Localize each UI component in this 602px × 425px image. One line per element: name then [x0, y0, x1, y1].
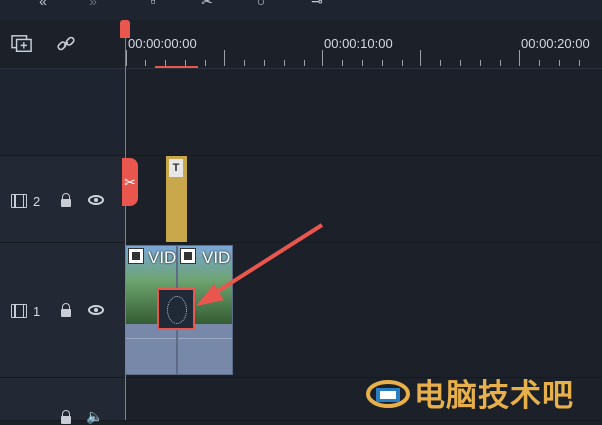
ruler-tick [402, 60, 403, 66]
ruler-tick [460, 60, 461, 66]
ruler-tick [145, 60, 146, 66]
video-clip-label: VID [148, 248, 176, 267]
redo-icon[interactable]: » [84, 0, 102, 8]
title-clip-icon: T [169, 159, 183, 177]
video-track-icon [11, 304, 27, 318]
ruler-time-1: 00:00:10:00 [324, 36, 393, 51]
ruler-tick [244, 60, 245, 66]
track-2-header: 2 [0, 156, 125, 242]
ruler-tick [362, 60, 363, 66]
link-icon[interactable] [55, 34, 77, 54]
scissors-icon[interactable]: ✂ [198, 0, 216, 8]
speaker-icon[interactable]: 🔈 [86, 408, 103, 425]
top-toolbar: « » ▫ ✂ ○ ⊸ [0, 0, 602, 20]
split-scissors-icon[interactable]: ✂ [122, 158, 138, 206]
ruler-tick [264, 60, 265, 66]
lock-icon[interactable] [61, 410, 71, 424]
ruler-tick [126, 50, 127, 66]
undo-icon[interactable]: « [34, 0, 52, 8]
watermark-text: 电脑技术吧 [414, 378, 574, 414]
ruler-tick [579, 60, 580, 66]
ruler-tick [304, 60, 305, 66]
ruler-tick [342, 60, 343, 66]
playhead-line[interactable] [125, 20, 126, 420]
watermark: 电脑技术吧 [360, 368, 602, 416]
ruler-tick [539, 60, 540, 66]
video-clip-audio-strip [126, 324, 176, 374]
ruler-tick [440, 60, 441, 66]
ruler-time-0: 00:00:00:00 [128, 36, 197, 51]
track-2-label: 2 [33, 194, 41, 209]
ruler-tick [500, 60, 501, 66]
ruler-time-2: 00:00:20:00 [521, 36, 590, 51]
ruler-tick [382, 60, 383, 66]
split-audio-icon[interactable]: ⊸ [308, 0, 326, 8]
ruler-selection-marker [155, 66, 198, 68]
ruler-tick [284, 60, 285, 66]
lock-icon[interactable] [61, 193, 71, 207]
empty-track-area [0, 69, 602, 156]
eye-icon[interactable] [88, 305, 104, 315]
track-1-header: 1 [0, 243, 125, 377]
ruler-tick [519, 50, 520, 66]
lock-icon[interactable] [61, 303, 71, 317]
eye-icon[interactable] [88, 195, 104, 205]
ruler-tick [205, 60, 206, 66]
audio-track-header: 🔈 [0, 378, 125, 424]
add-track-icon[interactable] [11, 34, 33, 54]
track-1-label: 1 [33, 304, 41, 319]
speed-icon[interactable]: ○ [252, 0, 270, 8]
watermark-logo-icon [366, 380, 410, 408]
annotation-arrow [196, 223, 324, 306]
ruler-tick [480, 60, 481, 66]
video-clip-audio-strip [178, 324, 232, 374]
time-ruler[interactable]: 00:00:00:00 00:00:10:00 00:00:20:00 [125, 20, 602, 68]
delete-icon[interactable]: ▫ [144, 0, 162, 8]
ruler-tick [559, 60, 560, 66]
title-clip[interactable]: T [166, 156, 187, 242]
ruler-tick [420, 50, 421, 66]
film-icon [128, 248, 144, 264]
video-track-icon [11, 194, 27, 208]
ruler-tick [224, 50, 225, 66]
ruler-tick [322, 50, 323, 66]
